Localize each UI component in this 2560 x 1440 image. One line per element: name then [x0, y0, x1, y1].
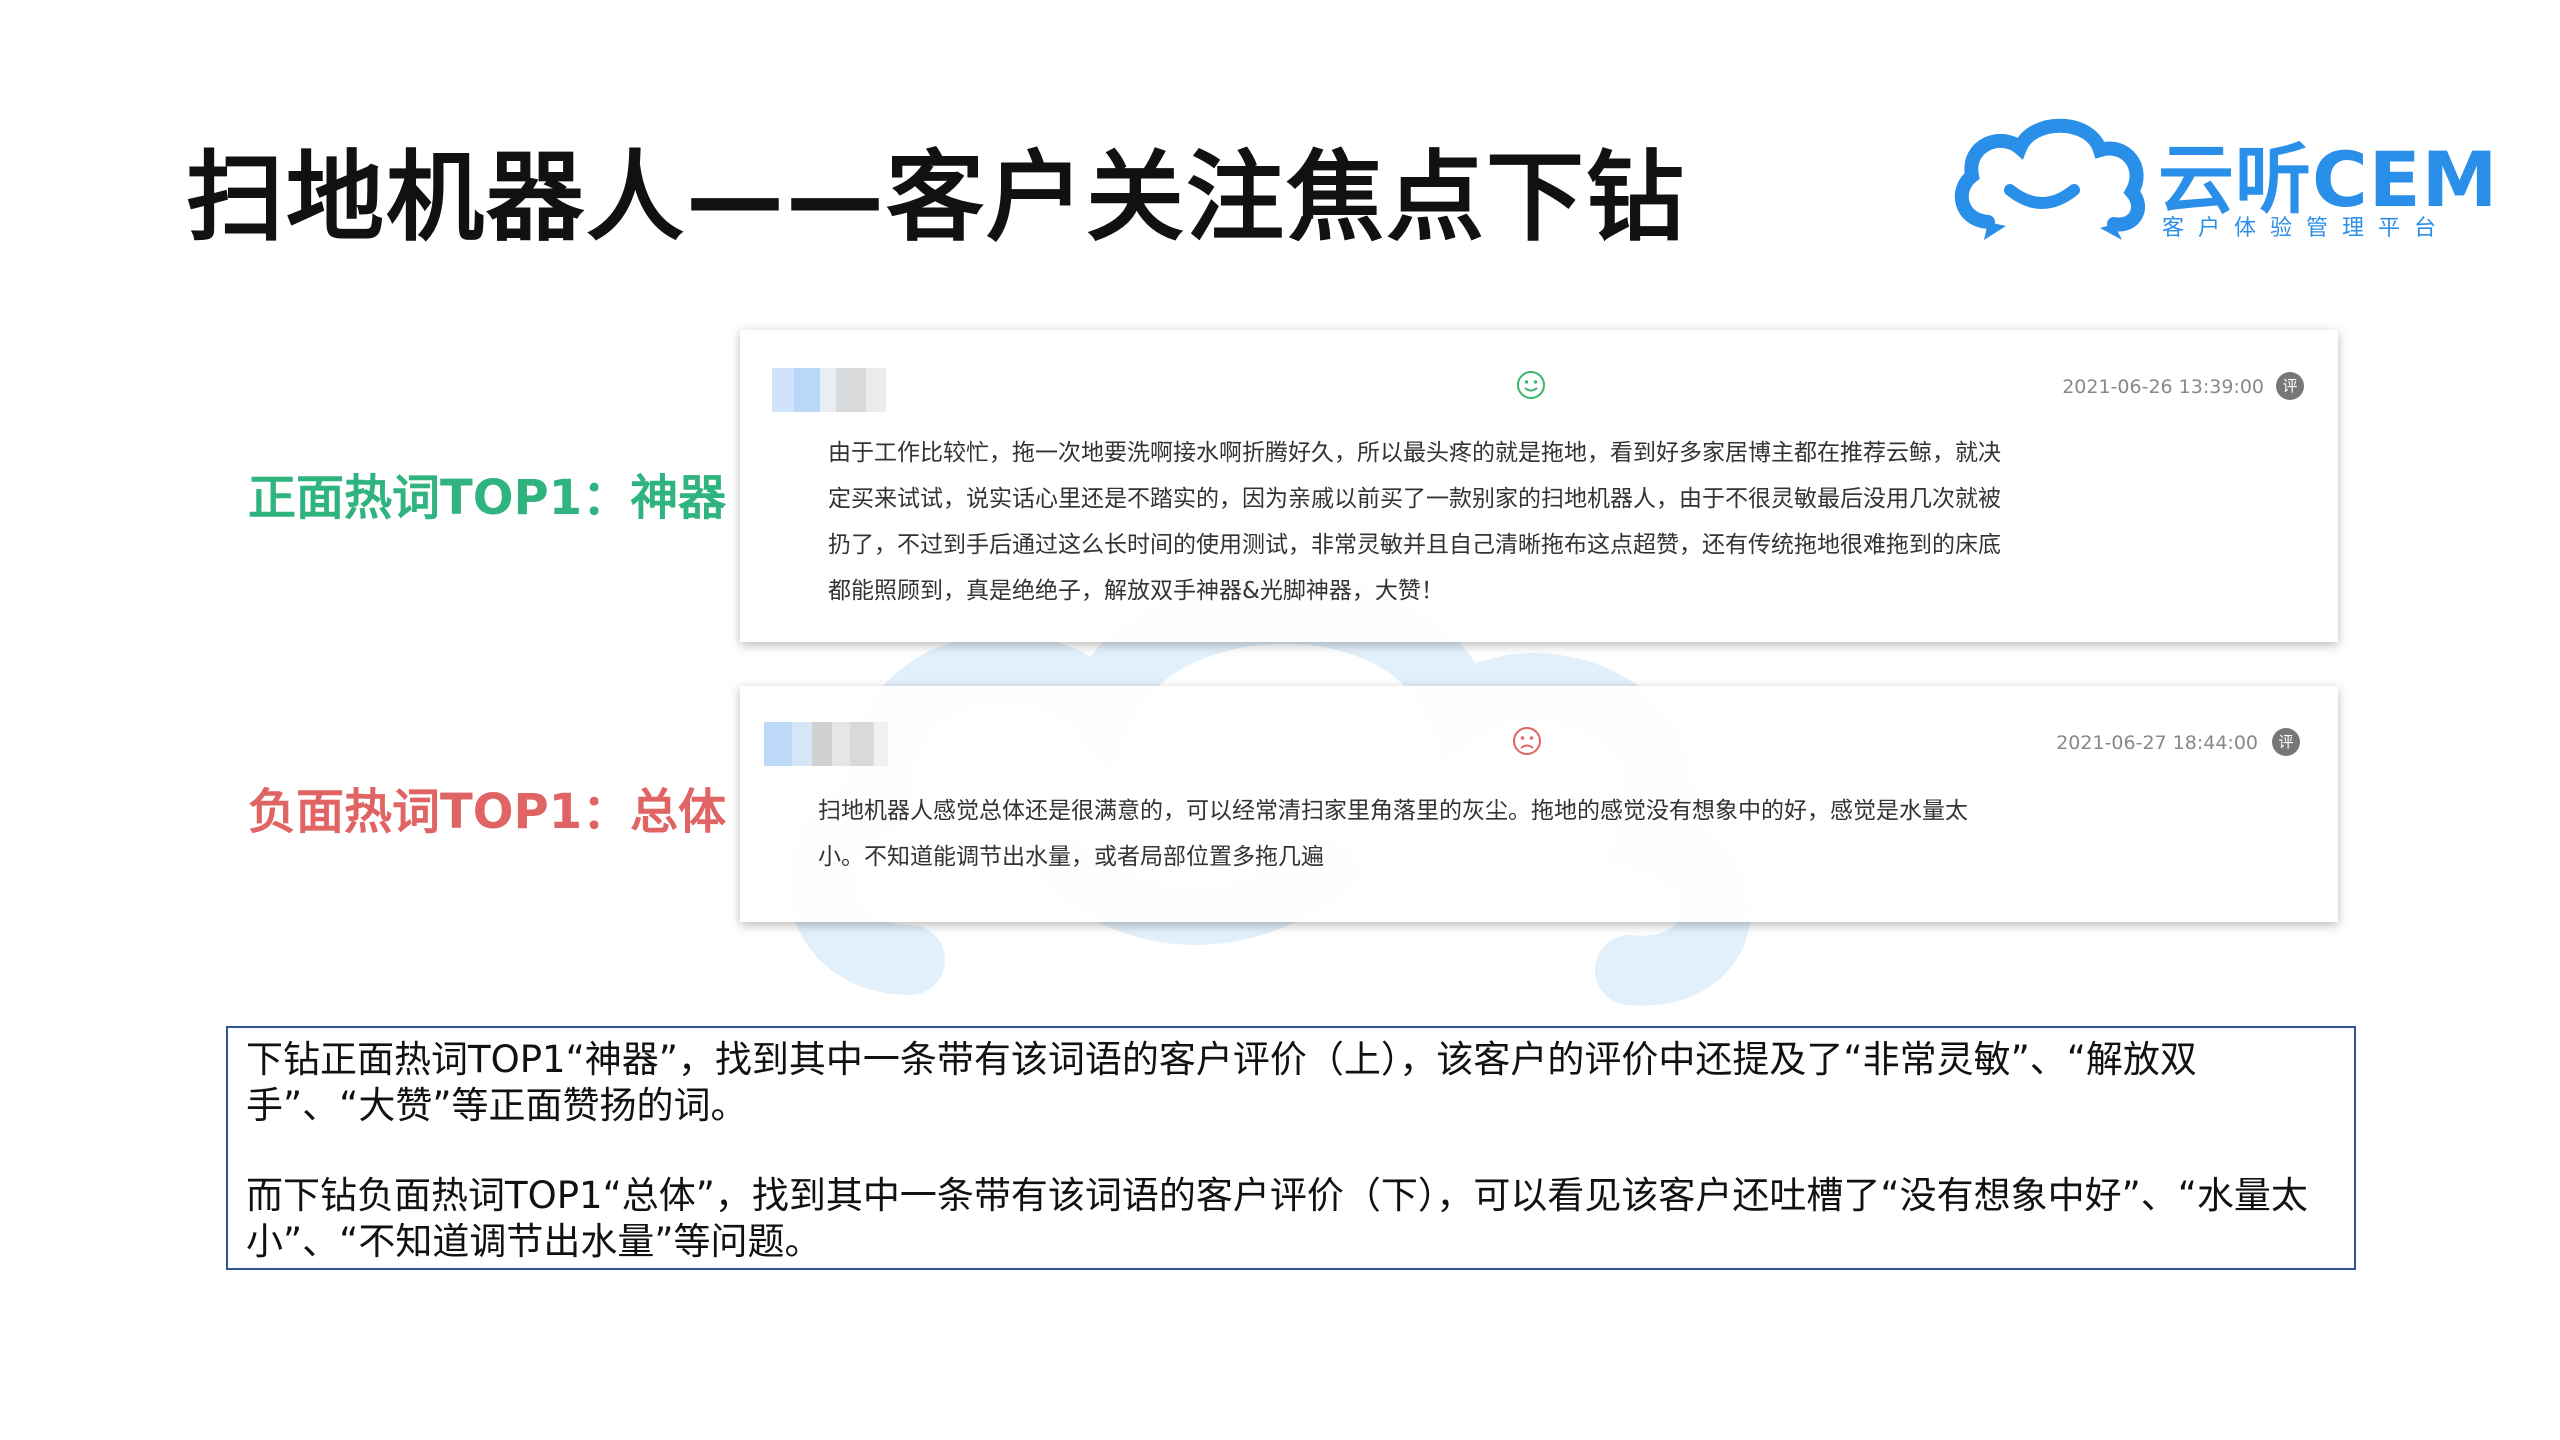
review-date: 2021-06-27 18:44:00: [2056, 732, 2258, 754]
summary-paragraph-positive: 下钻正面热词TOP1“神器”，找到其中一条带有该词语的客户评价（上），该客户的评…: [246, 1038, 2197, 1127]
summary-paragraph-negative: 而下钻负面热词TOP1“总体”，找到其中一条带有该词语的客户评价（下），可以看见…: [246, 1174, 2308, 1263]
summary-box: 下钻正面热词TOP1“神器”，找到其中一条带有该词语的客户评价（上），该客户的评…: [226, 1026, 2356, 1270]
frown-icon: [1513, 727, 1541, 755]
logo-tagline: 客户体验管理平台: [2162, 216, 2451, 241]
avatar: [764, 722, 888, 766]
review-badge[interactable]: 评: [2276, 372, 2304, 400]
review-badge[interactable]: 评: [2272, 728, 2300, 756]
avatar: [772, 368, 886, 412]
review-date: 2021-06-26 13:39:00: [2062, 376, 2264, 398]
review-text: 由于工作比较忙，拖一次地要洗啊接水啊折腾好久，所以最头疼的就是拖地，看到好多家居…: [828, 440, 2001, 604]
page-title: 扫地机器人——客户关注焦点下钻: [186, 141, 1687, 255]
negative-keyword-label: 负面热词TOP1：总体: [248, 784, 727, 840]
positive-keyword-label: 正面热词TOP1：神器: [248, 470, 727, 526]
brand-logo: 云听CEM 客户体验管理平台: [1950, 112, 2497, 242]
review-card-negative: 2021-06-27 18:44:00 评 扫地机器人感觉总体还是很满意的，可以…: [740, 686, 2338, 922]
review-card-positive: 2021-06-26 13:39:00 评 由于工作比较忙，拖一次地要洗啊接水啊…: [740, 330, 2338, 642]
smile-icon: [1517, 371, 1545, 399]
cloud-chat-icon: [1954, 118, 2145, 240]
review-text: 扫地机器人感觉总体还是很满意的，可以经常清扫家里角落里的灰尘。拖地的感觉没有想象…: [818, 798, 1968, 870]
